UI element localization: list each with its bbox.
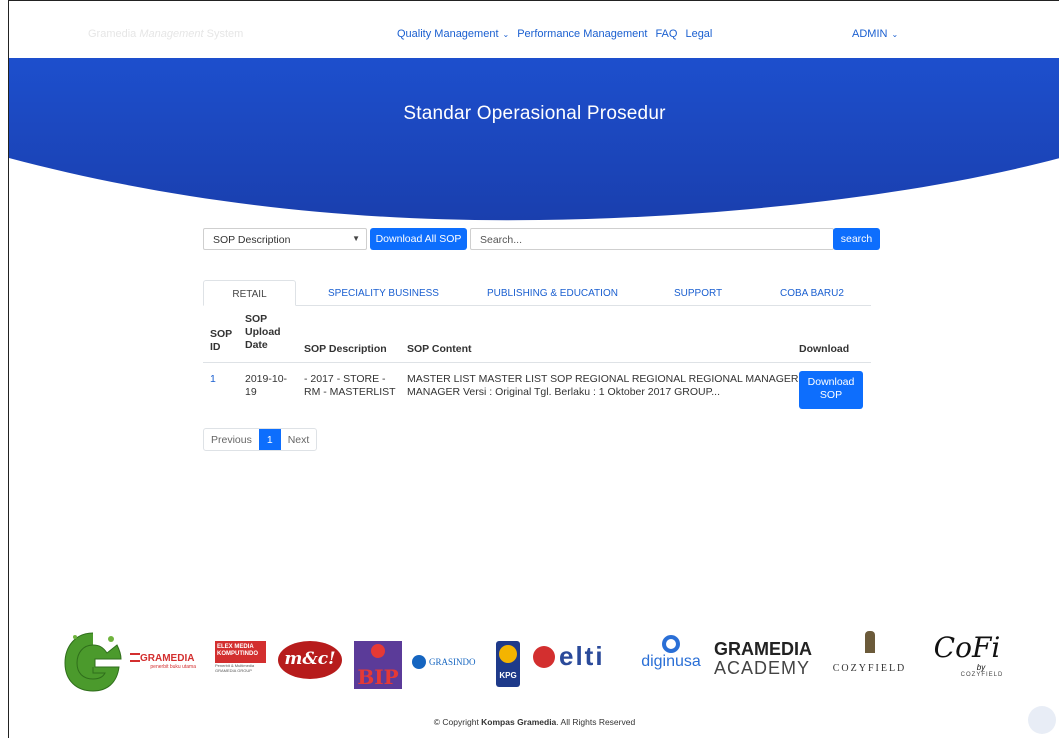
hero-background xyxy=(9,58,1059,221)
row-sop-content: MASTER LIST MASTER LIST SOP REGIONAL REG… xyxy=(407,373,799,399)
cofi-logo-text: CoFi xyxy=(933,631,1001,664)
row-sop-description: - 2017 - STORE - RM - MASTERLIST xyxy=(304,373,396,399)
download-sop-line2: SOP xyxy=(819,389,843,401)
copyright-company: Kompas Gramedia xyxy=(481,717,557,727)
brand-suffix: System xyxy=(206,28,244,40)
dropdown-arrow-icon: ▼ xyxy=(352,234,360,243)
diginusa-logo: diginusa xyxy=(635,635,707,671)
pagination: Previous 1 Next xyxy=(203,428,318,451)
filter-select[interactable]: SOP Description ▼ xyxy=(203,228,367,250)
row-upload-date: 2019-10- 19 xyxy=(245,373,287,399)
row-date-line2: 19 xyxy=(245,386,257,398)
partner-logos: GRAMEDIA penerbit buku utama ELEX MEDIA … xyxy=(9,621,1059,701)
kpg-logo: KPG xyxy=(496,641,520,687)
scroll-to-top-button[interactable] xyxy=(1028,706,1056,734)
nav-legal[interactable]: Legal xyxy=(685,28,712,40)
nav-performance-management[interactable]: Performance Management xyxy=(517,28,647,40)
header-sop-id: SOP ID xyxy=(210,328,232,354)
search-button[interactable]: search xyxy=(833,228,880,250)
row-desc-line2: RM - MASTERLIST xyxy=(304,386,396,398)
tab-coba-baru2[interactable]: COBA BARU2 xyxy=(780,280,844,306)
pagination-next[interactable]: Next xyxy=(281,429,317,450)
tab-retail[interactable]: RETAIL xyxy=(203,280,296,306)
elti-logo-text: elti xyxy=(559,641,605,671)
top-navbar: Gramedia Management System Quality Manag… xyxy=(9,1,1059,58)
tab-speciality-business[interactable]: SPECIALITY BUSINESS xyxy=(328,280,439,306)
table-header-divider xyxy=(203,362,871,363)
nav-quality-management-label: Quality Management xyxy=(397,28,499,40)
nav-quality-management[interactable]: Quality Management ⌄ xyxy=(397,28,509,40)
elex-logo-sub: Penerbit & Multimedia GRAMEDIA GROUP xyxy=(215,663,255,673)
pagination-page-1[interactable]: 1 xyxy=(258,429,281,450)
chevron-down-icon: ⌄ xyxy=(891,30,899,39)
row-sop-id[interactable]: 1 xyxy=(210,373,216,386)
bip-logo: BIP xyxy=(354,641,402,689)
category-tabs: RETAIL SPECIALITY BUSINESS PUBLISHING & … xyxy=(203,280,871,306)
kpg-logo-text: KPG xyxy=(499,671,517,680)
page-frame: Gramedia Management System Quality Manag… xyxy=(8,0,1059,738)
row-content-line2: MANAGER Versi : Original Tgl. Berlaku : … xyxy=(407,386,720,398)
header-download: Download xyxy=(799,343,850,355)
diginusa-logo-text: diginusa xyxy=(641,653,701,670)
cofi-logo: CoFi by COZYFIELD xyxy=(927,631,1007,679)
elex-logo-text: ELEX MEDIA KOMPUTINDO xyxy=(215,641,266,663)
header-sop-id-line1: SOP xyxy=(210,328,233,340)
search-input[interactable]: Search... xyxy=(470,228,834,250)
nav-faq[interactable]: FAQ xyxy=(655,28,677,40)
header-sop-id-line2: ID xyxy=(210,341,221,353)
brand-prefix: Gramedia xyxy=(88,28,137,40)
page-title: Standar Operasional Prosedur xyxy=(403,103,666,124)
header-upload-date: SOP Upload Date xyxy=(245,313,281,352)
grasindo-logo-text: GRASINDO xyxy=(429,657,476,667)
cozyfield-logo: COZYFIELD xyxy=(822,631,917,674)
gramedia-logo-text: GRAMEDIA xyxy=(140,653,195,664)
row-content-line1: MASTER LIST MASTER LIST SOP REGIONAL REG… xyxy=(407,373,799,385)
gramedia-publisher-logo: GRAMEDIA penerbit buku utama xyxy=(130,653,196,670)
cozyfield-logo-text: COZYFIELD xyxy=(832,663,907,674)
nav-links: Quality Management ⌄ Performance Manageme… xyxy=(397,28,712,40)
cofi-logo-sub: COZYFIELD xyxy=(960,672,1004,678)
elti-logo: elti xyxy=(533,641,605,672)
elex-media-logo: ELEX MEDIA KOMPUTINDO Penerbit & Multime… xyxy=(215,641,266,677)
download-sop-line1: Download xyxy=(807,376,855,388)
pagination-previous[interactable]: Previous xyxy=(204,429,259,450)
copyright-suffix: . All Rights Reserved xyxy=(556,717,636,727)
header-date-line3: Date xyxy=(245,339,268,351)
cofi-logo-by: by xyxy=(976,663,986,672)
header-sop-content: SOP Content xyxy=(407,343,472,355)
brand-italic: Management xyxy=(139,28,204,40)
tab-publishing-education[interactable]: PUBLISHING & EDUCATION xyxy=(487,280,618,306)
header-sop-description: SOP Description xyxy=(304,343,387,355)
copyright-prefix: © Copyright xyxy=(433,717,482,727)
academy-logo-line2: ACADEMY xyxy=(714,658,811,678)
gramedia-academy-logo: GRAMEDIA ACADEMY xyxy=(714,640,834,678)
academy-logo-line1: GRAMEDIA xyxy=(714,639,812,659)
gramedia-logo-sub: penerbit buku utama xyxy=(150,664,196,670)
header-date-line2: Upload xyxy=(245,326,281,338)
g-leaf-logo xyxy=(61,629,125,698)
hero-banner: Standar Operasional Prosedur xyxy=(9,58,1059,226)
grasindo-logo: GRASINDO xyxy=(412,655,476,669)
brand-logo[interactable]: Gramedia Management System xyxy=(88,28,243,40)
copyright-footer: © Copyright Kompas Gramedia. All Rights … xyxy=(9,717,1059,727)
row-desc-line1: - 2017 - STORE - xyxy=(304,373,386,385)
tab-support[interactable]: SUPPORT xyxy=(674,280,722,306)
chevron-down-icon: ⌄ xyxy=(502,30,510,39)
download-all-button[interactable]: Download All SOP xyxy=(370,228,467,250)
row-date-line1: 2019-10- xyxy=(245,373,288,385)
user-name: ADMIN xyxy=(852,28,888,40)
header-date-line1: SOP xyxy=(245,313,268,325)
user-menu[interactable]: ADMIN ⌄ xyxy=(852,28,898,40)
download-sop-button[interactable]: Download SOP xyxy=(799,371,863,409)
bip-logo-text: BIP xyxy=(357,665,399,689)
mc-logo: m&c! xyxy=(278,641,342,679)
filter-select-value: SOP Description xyxy=(213,234,291,246)
